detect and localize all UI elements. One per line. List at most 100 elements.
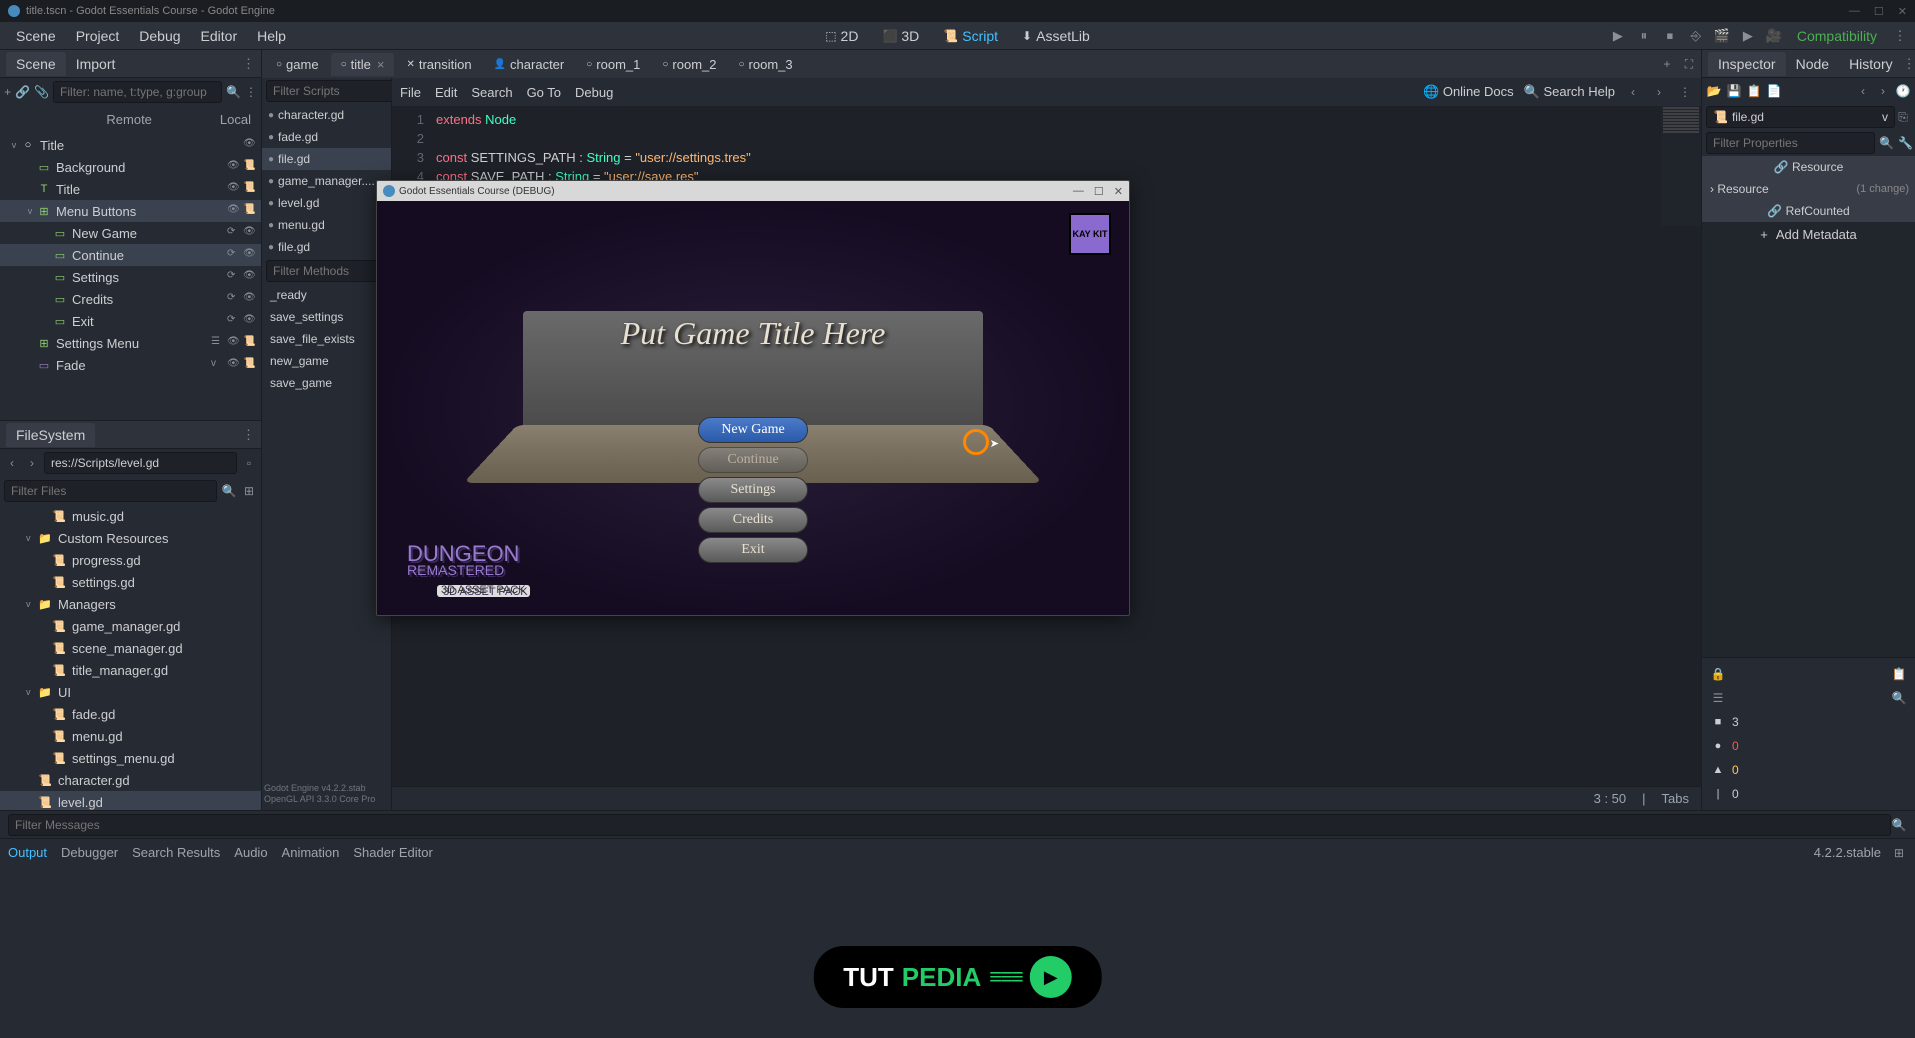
scene-tab[interactable]: 👤character <box>484 53 575 76</box>
renderer-dropdown[interactable]: Compatibility <box>1791 28 1883 44</box>
method-list[interactable]: _readysave_settingssave_file_existsnew_g… <box>262 284 391 779</box>
method-item[interactable]: save_game <box>262 372 391 394</box>
script-item[interactable]: ●character.gd <box>262 104 391 126</box>
method-item[interactable]: save_file_exists <box>262 328 391 350</box>
tree-node[interactable]: ⊞ Settings Menu ☰👁📜 <box>0 332 261 354</box>
section-resource[interactable]: 🔗 Resource <box>1702 156 1915 178</box>
settings-icon[interactable]: ⋮ <box>1891 27 1909 45</box>
menu-debug[interactable]: Debug <box>575 85 613 100</box>
fs-folder[interactable]: v📁UI <box>0 681 261 703</box>
list-icon[interactable]: ☰ <box>1710 690 1726 706</box>
fs-file[interactable]: 📜settings_menu.gd <box>0 747 261 769</box>
tree-node[interactable]: ▭ Settings ⟳👁 <box>0 266 261 288</box>
tree-node[interactable]: ▭ Exit ⟳👁 <box>0 310 261 332</box>
tab-scene[interactable]: Scene <box>6 52 66 76</box>
scene-filter-input[interactable] <box>53 81 222 103</box>
scene-tab[interactable]: ○room_2 <box>652 53 726 76</box>
script-item[interactable]: ●file.gd <box>262 148 391 170</box>
minimize-icon[interactable]: — <box>1073 185 1084 198</box>
tab-filesystem[interactable]: FileSystem <box>6 423 95 447</box>
fs-folder[interactable]: v📁Custom Resources <box>0 527 261 549</box>
manage-layouts-icon[interactable]: ⊞ <box>1891 845 1907 861</box>
pause-icon[interactable]: ⏸ <box>1635 27 1653 45</box>
play-project-icon[interactable]: ▶ <box>1609 27 1627 45</box>
prev-icon[interactable]: ‹ <box>1855 83 1871 99</box>
method-item[interactable]: save_settings <box>262 306 391 328</box>
tab-inspector[interactable]: Inspector <box>1708 52 1786 76</box>
play-scene-icon[interactable]: 🎬 <box>1713 27 1731 45</box>
menu-help[interactable]: Help <box>247 24 296 48</box>
scene-tab[interactable]: ✕transition <box>396 53 481 76</box>
tab-debugger[interactable]: Debugger <box>61 845 118 860</box>
game-debug-window[interactable]: Godot Essentials Course (DEBUG) — ☐ ✕ Pu… <box>376 180 1130 616</box>
fs-file[interactable]: 📜progress.gd <box>0 549 261 571</box>
method-item[interactable]: new_game <box>262 350 391 372</box>
maximize-icon[interactable]: ☐ <box>1874 5 1884 18</box>
copy-icon[interactable]: 📋 <box>1746 83 1762 99</box>
tree-node[interactable]: ▭ Credits ⟳👁 <box>0 288 261 310</box>
tree-node[interactable]: ▭ Continue ⟳👁 <box>0 244 261 266</box>
view-3d[interactable]: ⬛3D <box>872 24 929 48</box>
search-icon[interactable]: 🔍 <box>1879 135 1894 151</box>
script-item[interactable]: ●level.gd <box>262 192 391 214</box>
online-docs-button[interactable]: 🌐 Online Docs <box>1423 84 1514 100</box>
more-icon[interactable]: ⋮ <box>245 84 257 100</box>
expand-icon[interactable]: ⛶ <box>1681 56 1697 72</box>
script-item[interactable]: ●game_manager.... <box>262 170 391 192</box>
counter-row[interactable]: ●0 <box>1706 734 1911 758</box>
resource-dropdown[interactable]: 📜 file.gd v <box>1706 106 1895 128</box>
history-icon[interactable]: 🕐 <box>1895 83 1911 99</box>
tab-import[interactable]: Import <box>66 52 126 76</box>
method-item[interactable]: _ready <box>262 284 391 306</box>
fs-file[interactable]: 📜menu.gd <box>0 725 261 747</box>
local-button[interactable]: Local <box>220 112 251 127</box>
remote-button[interactable]: Remote <box>106 112 152 127</box>
new-game-button[interactable]: New Game <box>698 417 808 443</box>
counter-row[interactable]: ▲0 <box>1706 758 1911 782</box>
search-icon[interactable]: 🔍 <box>221 483 237 499</box>
minimize-icon[interactable]: — <box>1849 5 1860 18</box>
fs-filter-input[interactable] <box>4 480 217 502</box>
inspector-filter-input[interactable] <box>1706 132 1875 154</box>
movie-icon[interactable]: 🎥 <box>1765 27 1783 45</box>
fs-file[interactable]: 📜character.gd <box>0 769 261 791</box>
save-icon[interactable]: 💾 <box>1726 83 1742 99</box>
script-list[interactable]: ●character.gd●fade.gd●file.gd●game_manag… <box>262 104 391 258</box>
fs-menu-icon[interactable]: ⋮ <box>242 427 255 443</box>
close-icon[interactable]: ✕ <box>1898 5 1907 18</box>
fs-file[interactable]: 📜title_manager.gd <box>0 659 261 681</box>
tree-node[interactable]: ▭ Background 👁📜 <box>0 156 261 178</box>
script-item[interactable]: ●file.gd <box>262 236 391 258</box>
search-icon[interactable]: 🔍 <box>1891 817 1907 833</box>
extra-icon[interactable]: ⎘ <box>1895 109 1911 125</box>
fs-file[interactable]: 📜settings.gd <box>0 571 261 593</box>
stop-icon[interactable]: ⏹ <box>1661 27 1679 45</box>
minimap[interactable] <box>1661 106 1701 226</box>
copy-icon[interactable]: 📋 <box>1891 666 1907 682</box>
fs-tree[interactable]: 📜music.gdv📁Custom Resources📜progress.gd📜… <box>0 505 261 810</box>
fs-path-input[interactable] <box>44 452 237 474</box>
settings-button[interactable]: Settings <box>698 477 808 503</box>
maximize-icon[interactable]: ☐ <box>1094 185 1104 198</box>
scene-tab[interactable]: ○title× <box>331 53 395 76</box>
section-refcounted[interactable]: 🔗 RefCounted <box>1702 200 1915 222</box>
menu-project[interactable]: Project <box>66 24 130 48</box>
next-icon[interactable]: › <box>1875 83 1891 99</box>
code-line[interactable]: 2 <box>392 129 1701 148</box>
nav-back-icon[interactable]: ‹ <box>1625 84 1641 100</box>
nav-fwd-icon[interactable]: › <box>1651 84 1667 100</box>
fs-file[interactable]: 📜music.gd <box>0 505 261 527</box>
tree-node[interactable]: v ⊞ Menu Buttons 👁📜 <box>0 200 261 222</box>
credits-button[interactable]: Credits <box>698 507 808 533</box>
tree-node[interactable]: v ○ Title 👁 <box>0 134 261 156</box>
indent-mode[interactable]: Tabs <box>1662 791 1689 806</box>
play-custom-icon[interactable]: ▶ <box>1739 27 1757 45</box>
tab-shader[interactable]: Shader Editor <box>353 845 433 860</box>
add-node-icon[interactable]: + <box>4 84 11 100</box>
more-icon[interactable]: ⋮ <box>1677 84 1693 100</box>
continue-button[interactable]: Continue <box>698 447 808 473</box>
search-icon[interactable]: 🔍 <box>226 84 241 100</box>
paste-icon[interactable]: 📄 <box>1766 83 1782 99</box>
menu-edit[interactable]: Edit <box>435 85 457 100</box>
add-tab-icon[interactable]: + <box>1659 56 1675 72</box>
